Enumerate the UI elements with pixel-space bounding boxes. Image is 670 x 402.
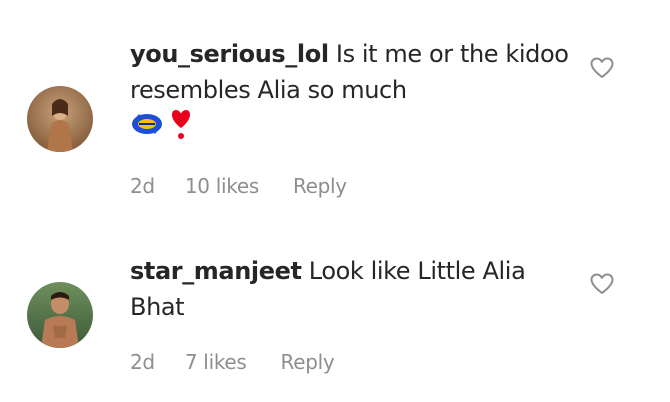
rotating-arrows-emoji — [130, 110, 164, 148]
avatar[interactable] — [27, 282, 93, 348]
comment-likes[interactable]: 7 likes — [185, 350, 247, 374]
comment-meta: 2d 7 likes Reply — [130, 350, 335, 374]
avatar[interactable] — [27, 86, 93, 152]
comment-username[interactable]: you_serious_lol — [130, 40, 329, 68]
comment-body: star_manjeet Look like Little Alia Bhat — [130, 253, 570, 325]
reply-button[interactable]: Reply — [281, 350, 335, 374]
comment-1: you_serious_lol Is it me or the kidoo re… — [0, 0, 670, 210]
avatar-photo — [27, 282, 93, 348]
heart-outline-icon[interactable] — [590, 56, 614, 80]
reply-button[interactable]: Reply — [293, 174, 347, 198]
comment-2: star_manjeet Look like Little Alia Bhat … — [0, 240, 670, 400]
comment-body: you_serious_lol Is it me or the kidoo re… — [130, 36, 570, 146]
comment-username[interactable]: star_manjeet — [130, 257, 302, 285]
comment-time[interactable]: 2d — [130, 174, 155, 198]
avatar-photo — [27, 86, 93, 152]
heart-outline-icon[interactable] — [590, 272, 614, 296]
comment-meta: 2d 10 likes Reply — [130, 174, 347, 198]
emoji-row — [130, 110, 570, 148]
comment-time[interactable]: 2d — [130, 350, 155, 374]
red-heart-exclamation-emoji — [168, 108, 194, 150]
comment-likes[interactable]: 10 likes — [185, 174, 259, 198]
